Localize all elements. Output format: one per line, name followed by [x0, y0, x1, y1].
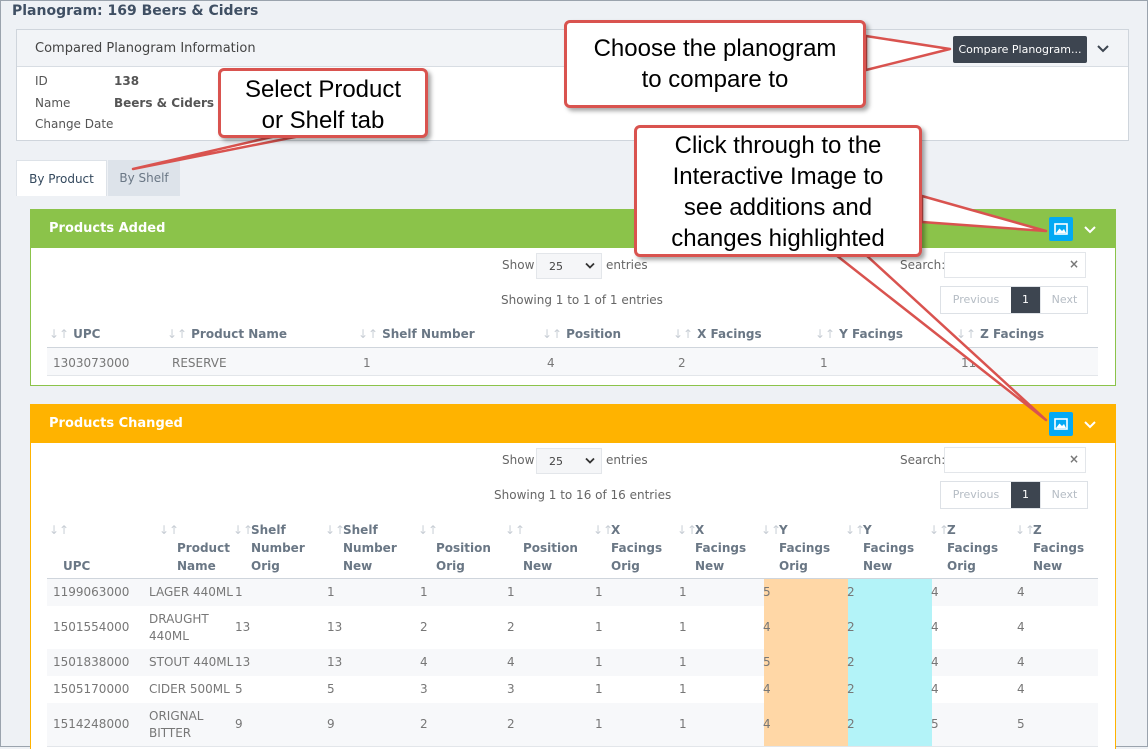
callout-interactive-image: Click through to the Interactive Image t…: [634, 125, 922, 257]
callout-arrows: [131, 34, 1048, 422]
callout-choose-planogram: Choose the planogram to compare to: [564, 20, 866, 108]
callout-select-tab: Select Product or Shelf tab: [218, 68, 428, 138]
arrow-to-compare-button: [864, 34, 952, 72]
arrow-to-tab: [131, 134, 302, 171]
arrow-to-added-image-button: [920, 194, 1048, 233]
arrow-to-changed-image-button: [834, 253, 1048, 422]
